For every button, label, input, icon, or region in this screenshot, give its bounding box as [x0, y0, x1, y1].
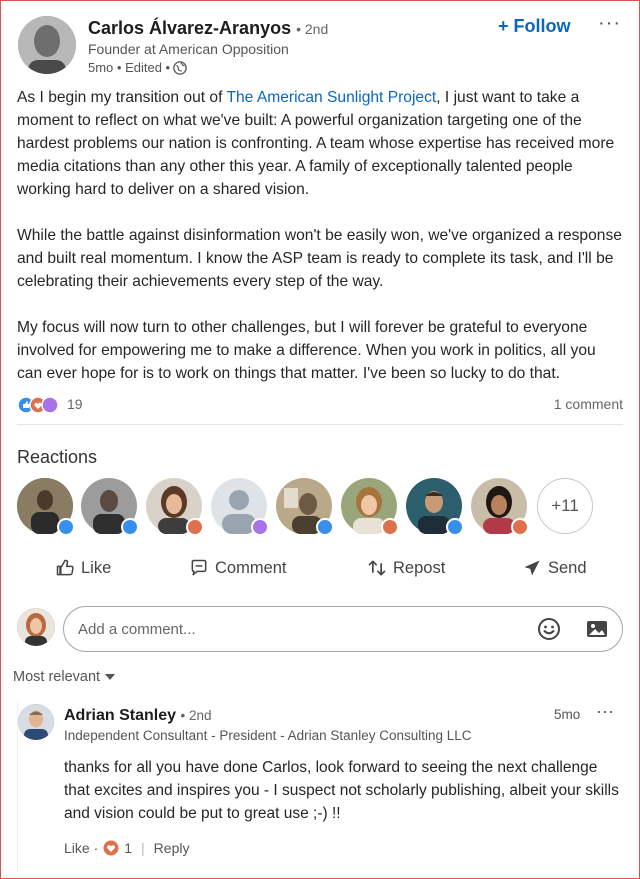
reactors-row: +11: [17, 478, 597, 538]
image-icon[interactable]: [585, 617, 609, 641]
send-button[interactable]: Send: [522, 558, 587, 578]
support-badge-icon: [251, 518, 269, 536]
repost-label: Repost: [393, 558, 446, 577]
author-headline: Founder at American Opposition: [88, 41, 289, 57]
commenter-avatar[interactable]: [18, 704, 54, 740]
send-label: Send: [548, 558, 587, 577]
comment-text: thanks for all you have done Carlos, loo…: [64, 759, 619, 822]
post-paragraph-1: As I begin my transition out of The Amer…: [17, 86, 623, 201]
commenter-headline: Independent Consultant - President - Adr…: [64, 728, 472, 743]
reactor-avatar[interactable]: [146, 478, 204, 536]
post-meta: 5mo • Edited •: [88, 60, 187, 75]
reactor-avatar[interactable]: [406, 478, 464, 536]
send-icon: [524, 560, 540, 576]
more-reactors-button[interactable]: +11: [537, 478, 593, 534]
like-badge-icon: [316, 518, 334, 536]
reactor-avatar[interactable]: [211, 478, 269, 536]
asp-link[interactable]: The American Sunlight Project: [226, 89, 436, 106]
comment-time: 5mo: [554, 707, 581, 722]
comment-icon: [191, 559, 207, 576]
reactor-avatar[interactable]: [471, 478, 529, 536]
love-badge-icon: [511, 518, 529, 536]
love-reaction-icon: [103, 840, 119, 856]
comment-like-button[interactable]: Like ·: [64, 840, 98, 856]
sort-dropdown[interactable]: Most relevant: [13, 669, 116, 685]
comment-button[interactable]: Comment: [189, 558, 287, 578]
repost-icon: [368, 560, 386, 576]
like-badge-icon: [57, 518, 75, 536]
comment-more-icon[interactable]: ···: [596, 701, 614, 722]
current-user-avatar[interactable]: [17, 608, 55, 646]
reaction-count[interactable]: 19: [67, 396, 83, 412]
author-degree: • 2nd: [296, 21, 329, 37]
love-badge-icon: [381, 518, 399, 536]
repost-button[interactable]: Repost: [367, 558, 445, 578]
post-paragraph-2: While the battle against disinformation …: [17, 227, 622, 290]
post-more-icon[interactable]: ···: [598, 12, 621, 35]
comment-actions: Like · 1 | Reply: [64, 840, 189, 856]
follow-button[interactable]: + Follow: [498, 16, 571, 37]
author-avatar[interactable]: [18, 16, 76, 74]
comment-label: Comment: [215, 558, 287, 577]
post-header: Carlos Álvarez-Aranyos • 2nd Founder at …: [18, 12, 622, 76]
reaction-icons[interactable]: [17, 396, 63, 414]
love-badge-icon: [186, 518, 204, 536]
separator: |: [141, 840, 145, 856]
sort-label: Most relevant: [13, 669, 101, 685]
comment-item: Adrian Stanley • 2nd Independent Consult…: [17, 701, 623, 872]
post-body: As I begin my transition out of The Amer…: [17, 86, 623, 408]
author-name-text[interactable]: Carlos Álvarez-Aranyos: [88, 18, 291, 38]
comment-compose: [17, 606, 623, 652]
globe-icon: [173, 60, 187, 75]
commenter-degree: • 2nd: [180, 708, 212, 723]
comment-count[interactable]: 1 comment: [554, 396, 623, 412]
thumbs-up-icon: [56, 559, 74, 576]
emoji-icon[interactable]: [537, 617, 561, 641]
reaction-summary: 19 1 comment: [17, 394, 623, 416]
like-button[interactable]: Like: [55, 558, 111, 578]
author-name[interactable]: Carlos Álvarez-Aranyos • 2nd: [88, 18, 328, 39]
like-badge-icon: [121, 518, 139, 536]
reactor-avatar[interactable]: [341, 478, 399, 536]
reactor-avatar[interactable]: [17, 478, 75, 536]
post-text-1a: As I begin my transition out of: [17, 89, 227, 106]
like-badge-icon: [446, 518, 464, 536]
post-time: 5mo • Edited •: [88, 60, 171, 75]
comment-love-count[interactable]: 1: [124, 840, 132, 856]
reactions-heading: Reactions: [17, 447, 98, 467]
reactor-avatar[interactable]: [276, 478, 334, 536]
commenter-name[interactable]: Adrian Stanley • 2nd: [64, 707, 212, 725]
caret-down-icon: [105, 674, 116, 680]
divider: [17, 424, 623, 425]
comment-reply-button[interactable]: Reply: [154, 840, 190, 856]
post-paragraph-3: My focus will now turn to other challeng…: [17, 319, 596, 382]
reactor-avatar[interactable]: [81, 478, 139, 536]
like-label: Like: [81, 558, 112, 577]
action-bar: Like Comment Repost Send: [17, 558, 623, 588]
commenter-name-text[interactable]: Adrian Stanley: [64, 707, 176, 724]
